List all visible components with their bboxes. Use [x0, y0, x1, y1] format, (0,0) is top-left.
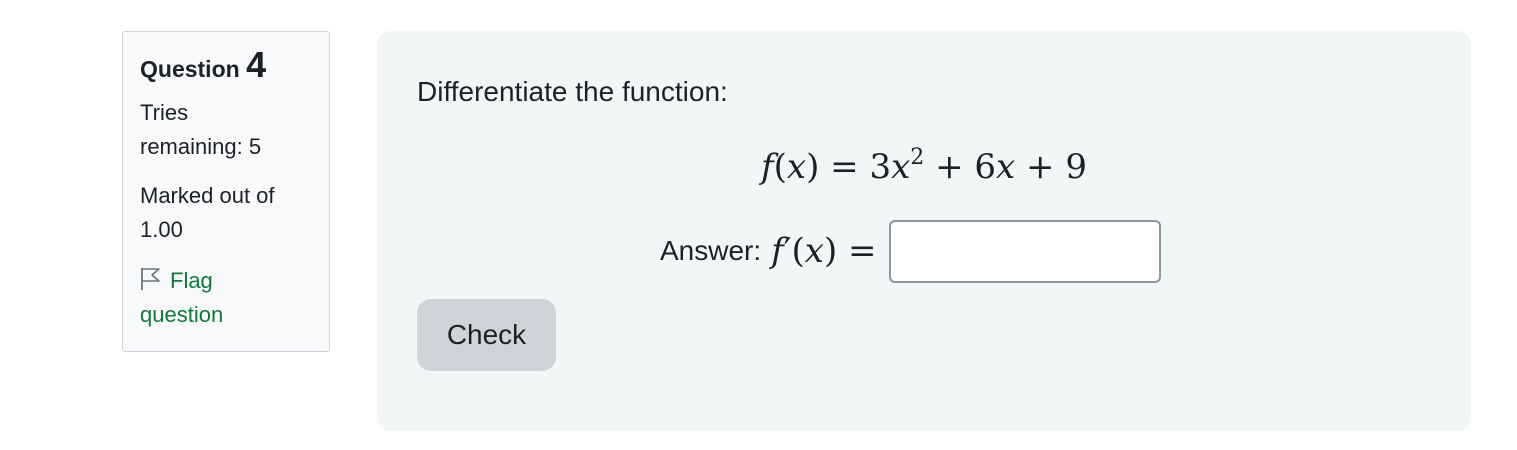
eq-constant: 9: [1065, 147, 1087, 187]
eq-plus-1: +: [924, 147, 975, 187]
question-content-panel: Differentiate the function: f(x) = 3x2 +…: [377, 31, 1471, 431]
eq-equals: =: [819, 147, 870, 187]
eq-var-b: x: [996, 147, 1016, 187]
eq-var-a: x: [891, 147, 911, 187]
answer-input[interactable]: [888, 219, 1161, 283]
flag-label-line-1: Flag: [170, 268, 213, 293]
question-prompt: Differentiate the function:: [417, 76, 728, 107]
marked-line-2: 1.00: [140, 217, 183, 242]
eq-paren-close: ): [806, 147, 820, 187]
ans-paren-open: (: [791, 231, 805, 271]
question-number: 4: [246, 44, 267, 85]
answer-label: Answer:: [660, 235, 762, 266]
function-equation: f(x) = 3x2 + 6x + 9: [377, 145, 1471, 189]
flag-label-line-2: question: [140, 302, 224, 327]
question-info-panel: Question 4 Tries remaining: 5 Marked out…: [122, 31, 330, 352]
ans-f: f: [771, 231, 784, 271]
check-button[interactable]: Check: [417, 299, 556, 371]
ans-equals: =: [837, 231, 877, 271]
tries-line-1: Tries: [140, 100, 189, 125]
eq-coef-a: 3: [869, 147, 892, 187]
flag-outline-icon: [140, 267, 162, 291]
flag-question-link[interactable]: Flag question: [140, 264, 313, 332]
ans-x: x: [804, 231, 824, 271]
answer-row: Answer: f′(x) =: [660, 219, 1161, 283]
answer-derivative-expression: f′(x) =: [771, 231, 876, 271]
marked-line-1: Marked out of: [140, 183, 275, 208]
eq-paren-open: (: [773, 147, 787, 187]
question-label: Question: [140, 56, 240, 82]
eq-coef-b: 6: [974, 147, 997, 187]
eq-f: f: [761, 147, 774, 187]
question-heading: Question 4: [140, 46, 313, 84]
tries-remaining: Tries remaining: 5: [140, 96, 313, 164]
ans-paren-close: ): [823, 231, 838, 271]
eq-exponent: 2: [910, 145, 925, 170]
eq-x: x: [786, 147, 807, 187]
marked-out-of: Marked out of 1.00: [140, 179, 313, 247]
eq-plus-2: +: [1015, 147, 1066, 187]
tries-line-2: remaining: 5: [140, 134, 262, 159]
